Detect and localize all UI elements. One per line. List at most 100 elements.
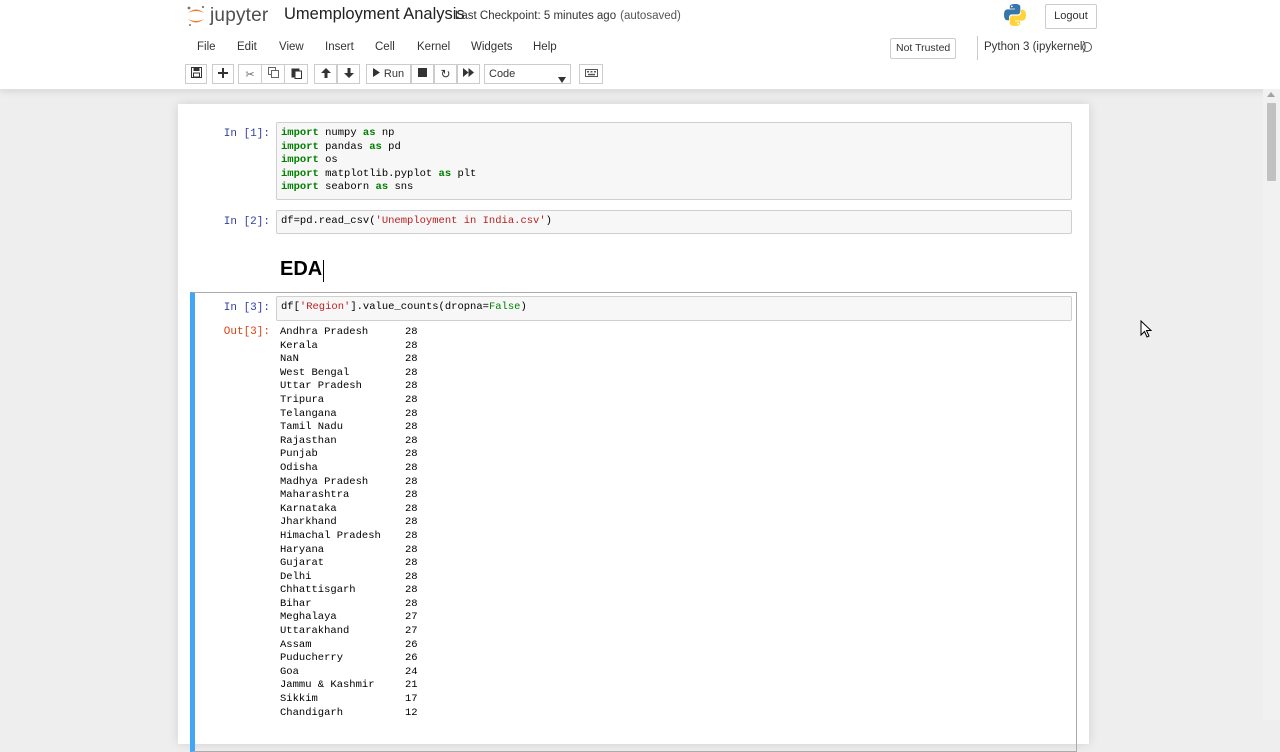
region-count: 26 bbox=[405, 638, 418, 651]
not-trusted-badge[interactable]: Not Trusted bbox=[890, 38, 957, 59]
region-count: 28 bbox=[405, 570, 418, 583]
region-count: 28 bbox=[405, 475, 418, 488]
cut-button[interactable]: ✂ bbox=[238, 64, 262, 84]
code-string: 'Region' bbox=[299, 301, 351, 313]
move-up-button[interactable] bbox=[314, 64, 337, 84]
region-name: Jharkhand bbox=[280, 516, 337, 529]
region-name: Punjab bbox=[280, 448, 318, 461]
region-count: 28 bbox=[405, 448, 418, 461]
paste-icon bbox=[291, 67, 302, 82]
menu-view[interactable]: View bbox=[279, 36, 304, 60]
menu-widgets[interactable]: Widgets bbox=[471, 36, 513, 60]
run-button[interactable]: Run bbox=[366, 64, 411, 84]
cut-icon: ✂ bbox=[245, 68, 255, 81]
copy-button[interactable] bbox=[261, 64, 285, 84]
page-scrollbar[interactable] bbox=[1263, 89, 1280, 720]
move-down-button[interactable] bbox=[337, 64, 360, 84]
code-cell-input[interactable]: df['Region'].value_counts(dropna=False) bbox=[276, 296, 1072, 321]
cell-type-value: Code bbox=[489, 68, 516, 80]
region-name: Tamil Nadu bbox=[280, 421, 344, 434]
stop-icon bbox=[418, 68, 427, 80]
output-row: Chhattisgarh 28 bbox=[280, 584, 480, 598]
restart-run-all-button[interactable] bbox=[457, 64, 480, 84]
output-row: Kerala 28 bbox=[280, 340, 480, 354]
region-name: Uttarakhand bbox=[280, 625, 350, 638]
region-name: Haryana bbox=[280, 543, 325, 556]
code-line: import matplotlib.pyplot as plt bbox=[281, 168, 1067, 182]
jupyter-logo-text: jupyter bbox=[210, 5, 269, 26]
region-name: Uttar Pradesh bbox=[280, 380, 362, 393]
plus-icon bbox=[218, 67, 228, 81]
scroll-up-arrow-icon[interactable] bbox=[1267, 92, 1275, 97]
region-count: 28 bbox=[405, 434, 418, 447]
code-line: import os bbox=[281, 154, 1067, 168]
cell-type-select[interactable]: Code bbox=[484, 64, 571, 84]
region-name: Gujarat bbox=[280, 557, 325, 570]
output-row: Karnataka 28 bbox=[280, 503, 480, 517]
notebook-title[interactable]: Umemployment Analysis bbox=[284, 5, 465, 24]
interrupt-button[interactable] bbox=[411, 64, 434, 84]
scrollbar-thumb[interactable] bbox=[1267, 103, 1276, 181]
restart-button[interactable]: ↻ bbox=[434, 64, 457, 84]
kernel-name[interactable]: Python 3 (ipykernel) bbox=[977, 36, 1086, 60]
output-row: Maharashtra 28 bbox=[280, 489, 480, 503]
region-count: 28 bbox=[405, 339, 418, 352]
output-row: Andhra Pradesh 28 bbox=[280, 326, 480, 340]
python-logo-icon bbox=[1003, 3, 1027, 27]
region-count: 28 bbox=[405, 597, 418, 610]
menu-cell[interactable]: Cell bbox=[375, 36, 395, 60]
checkpoint-status: Last Checkpoint: 5 minutes ago (autosaved… bbox=[455, 10, 681, 22]
output-row: Odisha 28 bbox=[280, 462, 480, 476]
region-count: 28 bbox=[405, 529, 418, 542]
code-cell-input[interactable]: df=pd.read_csv('Unemployment in India.cs… bbox=[276, 210, 1072, 234]
input-prompt: In [2]: bbox=[223, 216, 270, 228]
code-keyword: import bbox=[281, 167, 319, 180]
region-count: 28 bbox=[405, 366, 418, 379]
region-count: 28 bbox=[405, 584, 418, 597]
markdown-heading[interactable]: EDA bbox=[280, 258, 322, 281]
output-row: Bihar 28 bbox=[280, 598, 480, 612]
region-name: Maharashtra bbox=[280, 489, 350, 502]
play-icon bbox=[372, 68, 380, 80]
copy-icon bbox=[267, 67, 279, 81]
save-button[interactable] bbox=[185, 64, 207, 84]
code-text: numpy bbox=[318, 127, 363, 139]
command-palette-button[interactable] bbox=[579, 64, 603, 84]
menubar: File Edit View Insert Cell Kernel Widget… bbox=[185, 36, 1095, 60]
output-row: Jammu & Kashmir 21 bbox=[280, 679, 480, 693]
run-button-label: Run bbox=[383, 68, 405, 80]
menu-file[interactable]: File bbox=[197, 36, 216, 60]
output-row: Punjab 28 bbox=[280, 448, 480, 462]
output-row: Madhya Pradesh 28 bbox=[280, 476, 480, 490]
code-keyword: False bbox=[488, 301, 521, 313]
code-line: import seaborn as sns bbox=[281, 181, 1067, 195]
region-count: 28 bbox=[405, 543, 418, 556]
autosaved-status: (autosaved) bbox=[620, 10, 681, 22]
region-name: West Bengal bbox=[280, 366, 350, 379]
jupyter-logo[interactable]: jupyter bbox=[185, 4, 268, 28]
output-row: West Bengal 28 bbox=[280, 367, 480, 381]
region-name: Telangana bbox=[280, 407, 337, 420]
menu-kernel[interactable]: Kernel bbox=[417, 36, 450, 60]
arrow-up-icon bbox=[320, 67, 331, 81]
menu-insert[interactable]: Insert bbox=[325, 36, 354, 60]
region-count: 24 bbox=[405, 665, 418, 678]
region-name: Jammu & Kashmir bbox=[280, 679, 375, 692]
menu-help[interactable]: Help bbox=[533, 36, 557, 60]
code-keyword: as bbox=[438, 167, 452, 180]
region-count: 28 bbox=[405, 502, 418, 515]
region-count: 27 bbox=[405, 611, 418, 624]
region-count: 27 bbox=[405, 625, 418, 638]
output-row: Himachal Pradesh 28 bbox=[280, 530, 480, 544]
output-row: Uttarakhand 27 bbox=[280, 625, 480, 639]
code-cell-input[interactable]: import numpy as np import pandas as pd imp… bbox=[276, 122, 1072, 200]
logout-button[interactable]: Logout bbox=[1045, 4, 1097, 29]
region-name: Bihar bbox=[280, 597, 312, 610]
paste-button[interactable] bbox=[284, 64, 308, 84]
code-line: df['Region'].value_counts(dropna=False) bbox=[281, 301, 1067, 315]
region-name: Puducherry bbox=[280, 652, 344, 665]
menu-edit[interactable]: Edit bbox=[237, 36, 257, 60]
region-count: 21 bbox=[405, 679, 418, 692]
insert-cell-button[interactable] bbox=[212, 64, 234, 84]
region-name: Odisha bbox=[280, 461, 318, 474]
